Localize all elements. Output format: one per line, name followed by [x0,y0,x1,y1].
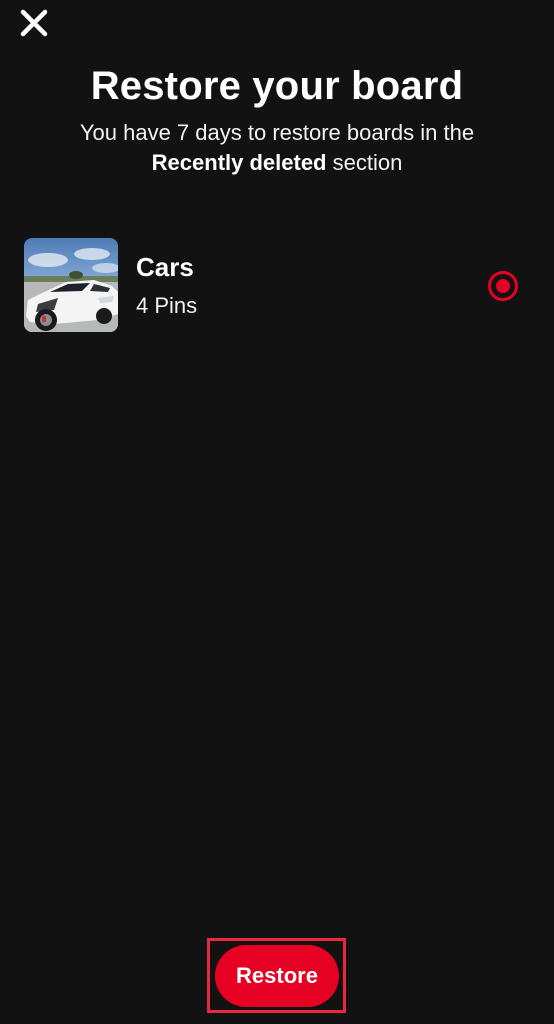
car-image [24,238,118,332]
board-pin-count: 4 Pins [136,293,198,318]
board-thumbnail [24,238,118,332]
close-button[interactable] [14,6,54,40]
subtitle-text: You have 7 days to restore boards in the [79,120,475,145]
restore-button[interactable]: Restore [215,945,339,1007]
board-select-radio[interactable] [488,271,518,301]
page-title: Restore your board [90,64,464,108]
board-name: Cars [136,252,194,282]
restore-board-screen: Restore your board You have 7 days to re… [0,0,554,1024]
recently-deleted-label: Recently deleted [151,150,327,175]
board-info: Cars 4 Pins [136,251,530,319]
subtitle-suffix: section [326,150,403,175]
page-subtitle: You have 7 days to restore boards in the… [40,118,514,178]
close-icon [20,9,48,37]
board-item-cars[interactable]: Cars 4 Pins [24,238,530,332]
radio-selected-dot [496,279,510,293]
